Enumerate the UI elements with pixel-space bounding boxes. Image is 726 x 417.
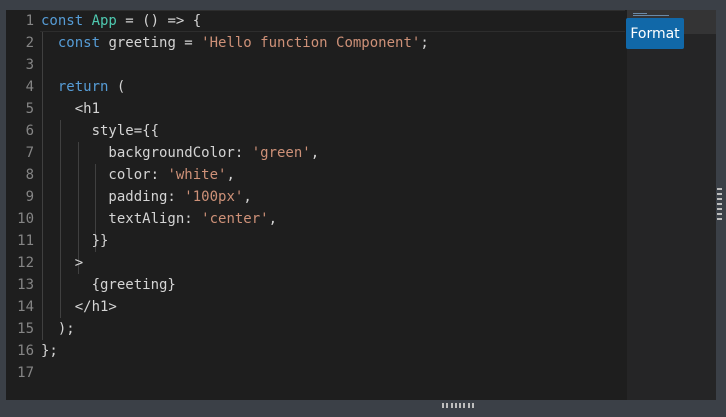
code-token: ); — [41, 321, 75, 337]
code-token: , — [226, 167, 235, 183]
line-number: 11 — [17, 233, 34, 249]
code-token: '100px' — [184, 189, 244, 205]
code-line: ); — [41, 318, 75, 340]
line-number: 12 — [17, 255, 34, 271]
minimap-line — [633, 13, 647, 14]
format-button[interactable]: Format — [626, 18, 684, 49]
code-token: const — [41, 35, 109, 51]
line-number: 1 — [25, 13, 34, 29]
code-token: <h1 — [41, 101, 101, 117]
code-line: return ( — [41, 76, 125, 98]
code-line: const App = () => { — [41, 10, 201, 32]
code-line: textAlign: 'center', — [41, 208, 277, 230]
code-token: greeting = — [108, 35, 202, 51]
code-token: </h1> — [41, 299, 117, 315]
line-number: 4 — [25, 79, 34, 95]
code-token: }; — [41, 343, 58, 359]
code-token: color: — [41, 167, 168, 183]
code-area[interactable]: const App = () => { const greeting = 'He… — [41, 10, 625, 400]
code-token: 'green' — [251, 145, 311, 161]
line-number-gutter: 1 2 3 4 5 6 7 8 9 10 11 12 13 14 15 16 17 — [6, 10, 38, 400]
code-editor[interactable]: 1 2 3 4 5 6 7 8 9 10 11 12 13 14 15 16 17 const App = ()… — [6, 10, 716, 400]
code-line: }; — [41, 340, 58, 362]
line-number: 10 — [17, 211, 34, 227]
line-number: 7 — [25, 145, 34, 161]
code-token: , — [243, 189, 252, 205]
code-line: backgroundColor: 'green', — [41, 142, 319, 164]
code-token: backgroundColor: — [41, 145, 252, 161]
line-number: 17 — [17, 365, 34, 381]
code-token: = () => { — [116, 13, 202, 29]
line-number: 8 — [25, 167, 34, 183]
line-number: 3 — [25, 57, 34, 73]
code-line: </h1> — [41, 296, 117, 318]
code-token: , — [310, 145, 320, 161]
code-token: style={{ — [41, 123, 160, 139]
code-line: const greeting = 'Hello function Compone… — [41, 32, 429, 54]
code-token: padding: — [41, 189, 185, 205]
line-number: 13 — [17, 277, 34, 293]
code-line: padding: '100px', — [41, 186, 252, 208]
code-token: 'white' — [167, 167, 227, 183]
code-line: {greeting} — [41, 274, 176, 296]
code-token: return — [41, 79, 117, 95]
line-number: 14 — [17, 299, 34, 315]
minimap-line — [633, 15, 669, 16]
line-number: 5 — [25, 101, 34, 117]
line-number: 16 — [17, 343, 34, 359]
code-line: color: 'white', — [41, 164, 235, 186]
code-token: 'Hello function Component' — [201, 35, 421, 51]
code-token: {greeting} — [41, 277, 176, 293]
code-line: > — [41, 252, 83, 274]
code-token: textAlign: — [41, 211, 202, 227]
code-token: }} — [41, 233, 109, 249]
line-number: 15 — [17, 321, 34, 337]
code-token: , — [268, 211, 278, 227]
code-line: style={{ — [41, 120, 159, 142]
code-token: ( — [116, 79, 126, 95]
code-token: App — [91, 13, 117, 29]
code-token: const — [41, 13, 92, 29]
editor-frame: 1 2 3 4 5 6 7 8 9 10 11 12 13 14 15 16 17 const App = ()… — [0, 0, 726, 417]
code-token: ; — [420, 35, 429, 51]
line-number: 2 — [25, 35, 34, 51]
line-number: 6 — [25, 123, 34, 139]
vertical-resize-handle[interactable] — [717, 188, 723, 220]
line-number: 9 — [25, 189, 34, 205]
code-line: <h1 — [41, 98, 100, 120]
code-token: > — [41, 255, 84, 271]
code-token: 'center' — [201, 211, 269, 227]
minimap[interactable] — [627, 10, 716, 400]
code-line: }} — [41, 230, 109, 252]
horizontal-resize-handle[interactable] — [442, 403, 474, 409]
